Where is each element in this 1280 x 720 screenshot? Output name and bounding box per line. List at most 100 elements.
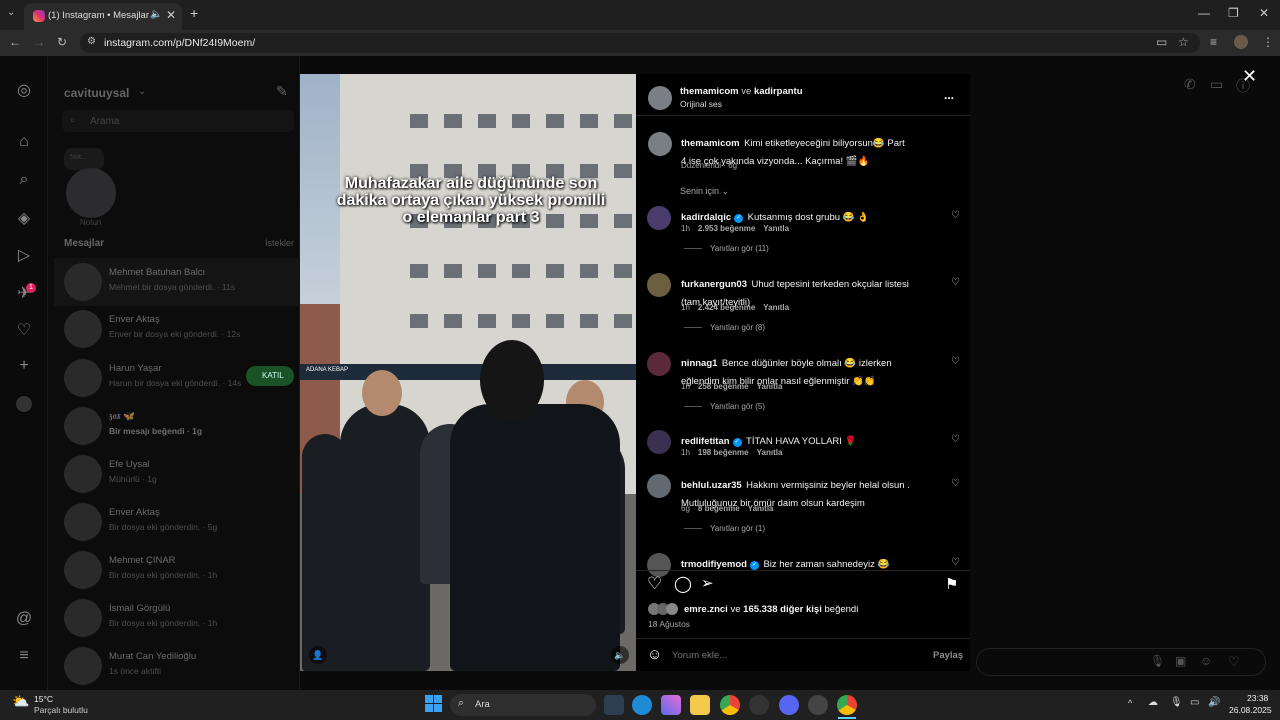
chrome-active-icon[interactable]	[837, 695, 857, 715]
comment-reply-button[interactable]: Yanıtla	[763, 303, 789, 312]
profile-avatar-nav[interactable]	[16, 396, 32, 412]
video-call-icon[interactable]: ▭	[1210, 76, 1223, 93]
comment-likes[interactable]: 2.953 beğenme	[698, 224, 755, 233]
comment-reply-button[interactable]: Yanıtla	[757, 382, 783, 391]
notifications-heart-icon[interactable]: ♡	[14, 320, 34, 340]
comment-likes[interactable]: 198 beğenme	[698, 448, 749, 457]
comment-avatar[interactable]	[647, 273, 671, 297]
modal-close-icon[interactable]: ✕	[1242, 66, 1257, 87]
window-close-icon[interactable]: ✕	[1259, 6, 1269, 20]
comment-reply-button[interactable]: Yanıtla	[763, 224, 789, 233]
discord-icon[interactable]	[779, 695, 799, 715]
menu-kebab-icon[interactable]: ⋮	[1262, 35, 1274, 49]
comment-likes[interactable]: 8 beğenme	[698, 504, 740, 513]
volume-tray-icon[interactable]: 🔊	[1208, 697, 1220, 708]
clock-date[interactable]: 26.08.2025	[1229, 705, 1272, 715]
conversation-item[interactable]: Murat Can Yedilioğlu 1s önce aktifti	[62, 643, 292, 689]
weather-desc[interactable]: Parçalı bulutlu	[34, 705, 88, 715]
profile-avatar[interactable]	[1234, 35, 1248, 49]
copilot-icon[interactable]	[661, 695, 681, 715]
comment-like-heart-icon[interactable]: ♡	[951, 356, 960, 367]
comment-avatar[interactable]	[647, 206, 671, 230]
save-bookmark-icon[interactable]: ⚑	[945, 575, 958, 593]
clock-time[interactable]: 23:38	[1247, 693, 1268, 703]
forward-icon[interactable]: →	[33, 35, 45, 49]
search-icon[interactable]: ⌕	[14, 171, 34, 191]
post-options-icon[interactable]: ...	[944, 88, 954, 102]
post-comment-button[interactable]: Paylaş	[933, 650, 963, 661]
steam-icon[interactable]	[808, 695, 828, 715]
view-replies-button[interactable]: Yanıtları gör (11)	[684, 244, 769, 253]
image-upload-icon[interactable]: ▣	[1175, 654, 1186, 668]
comment-username[interactable]: furkanergun03	[681, 279, 747, 290]
new-tab-icon[interactable]: +	[190, 5, 198, 21]
new-message-icon[interactable]: ✎	[276, 83, 288, 100]
comment-avatar[interactable]	[647, 352, 671, 376]
back-icon[interactable]: ←	[9, 35, 21, 49]
note-avatar[interactable]	[66, 168, 116, 218]
explore-icon[interactable]: ◈	[14, 208, 34, 228]
conversation-item[interactable]: İsmail Görgülü Bir dosya eki gönderdin. ·…	[62, 595, 292, 641]
comment-reply-button[interactable]: Yanıtla	[757, 448, 783, 457]
minimize-icon[interactable]: —	[1198, 6, 1210, 20]
liked-by-count[interactable]: 165.338 diğer kişi	[743, 604, 822, 615]
edge-icon[interactable]	[632, 695, 652, 715]
comment-like-heart-icon[interactable]: ♡	[951, 557, 960, 568]
comment-avatar[interactable]	[647, 474, 671, 498]
voice-call-icon[interactable]: ✆	[1184, 76, 1196, 93]
conversation-item[interactable]: Mehmet Batuhan Balcı Mehmet bir dosya gön…	[62, 259, 292, 305]
comment-bubble-icon[interactable]: ◯	[674, 574, 692, 594]
onedrive-icon[interactable]: ☁	[1148, 697, 1158, 708]
audio-playing-icon[interactable]: 🔈	[150, 9, 162, 20]
threads-icon[interactable]: @	[14, 610, 34, 630]
view-replies-button[interactable]: Yanıtları gör (5)	[684, 402, 765, 411]
requests-link[interactable]: İstekler	[265, 238, 294, 248]
media-control-icon[interactable]: ≡	[1210, 35, 1217, 49]
tray-chevron-icon[interactable]: ^	[1128, 698, 1132, 708]
comment-username[interactable]: redlifetitan	[681, 436, 730, 447]
caption-username[interactable]: themamicom	[681, 138, 740, 149]
author-username[interactable]: themamicom	[680, 86, 739, 97]
coauthor-username[interactable]: kadirpantu	[754, 86, 803, 97]
conversation-item[interactable]: 𝖟𝖆𝖝 🦋 Bir mesajı beğendi · 1g	[62, 403, 292, 449]
emoji-picker-icon[interactable]: ☺	[647, 646, 662, 663]
tab-close-icon[interactable]: ✕	[166, 8, 176, 22]
home-icon[interactable]: ⌂	[14, 133, 34, 153]
like-heart-icon[interactable]: ♡	[647, 574, 662, 594]
taskbar-search-box[interactable]	[450, 694, 596, 716]
comment-username[interactable]: trmodifiyemod	[681, 559, 747, 570]
comment-like-heart-icon[interactable]: ♡	[951, 478, 960, 489]
file-explorer-icon[interactable]	[690, 695, 710, 715]
account-username[interactable]: cavituuysal	[64, 86, 129, 100]
caption-author-avatar[interactable]	[648, 132, 672, 156]
instagram-logo-icon[interactable]: ◎	[14, 80, 34, 100]
tab-search-icon[interactable]: ⌄	[7, 7, 15, 18]
account-switch-chevron-icon[interactable]: ⌄	[138, 86, 146, 97]
app-icon[interactable]	[749, 695, 769, 715]
share-send-icon[interactable]: ➢	[701, 574, 714, 592]
comment-username[interactable]: kadirdalqic	[681, 212, 731, 223]
conversation-item[interactable]: Enver Aktaş Enver bir dosya eki gönderdi.…	[62, 306, 292, 352]
maximize-icon[interactable]: ❐	[1228, 6, 1239, 20]
comment-like-heart-icon[interactable]: ♡	[951, 277, 960, 288]
create-plus-icon[interactable]: +	[14, 357, 34, 377]
windows-start-icon[interactable]	[425, 695, 443, 713]
author-avatar[interactable]	[648, 86, 672, 110]
weather-icon[interactable]: ⛅	[12, 693, 29, 710]
chat-message-input[interactable]	[976, 648, 1266, 676]
reel-video[interactable]: ADANA KEBAP	[300, 74, 636, 671]
weather-temp[interactable]: 15°C	[34, 694, 53, 704]
cast-icon[interactable]: ▭	[1156, 35, 1167, 49]
comment-username[interactable]: ninnag1	[681, 358, 717, 369]
conversation-item[interactable]: Efe Uysal Mühürlü · 1g	[62, 451, 292, 497]
url-text[interactable]: instagram.com/p/DNf24I9Moem/	[104, 37, 255, 49]
microphone-icon[interactable]: 🎙	[1150, 654, 1165, 668]
liked-by-user[interactable]: emre.znci	[684, 604, 728, 615]
video-sound-icon[interactable]: 🔈	[611, 646, 629, 664]
audio-label[interactable]: Orijinal ses	[680, 99, 722, 109]
comment-avatar[interactable]	[647, 430, 671, 454]
conversation-item[interactable]: Mehmet ÇINAR Bir dosya eki gönderdin. · 1…	[62, 547, 292, 593]
mic-tray-icon[interactable]: 🎙	[1170, 697, 1183, 708]
view-replies-button[interactable]: Yanıtları gör (1)	[684, 524, 765, 533]
task-view-icon[interactable]	[604, 695, 624, 715]
